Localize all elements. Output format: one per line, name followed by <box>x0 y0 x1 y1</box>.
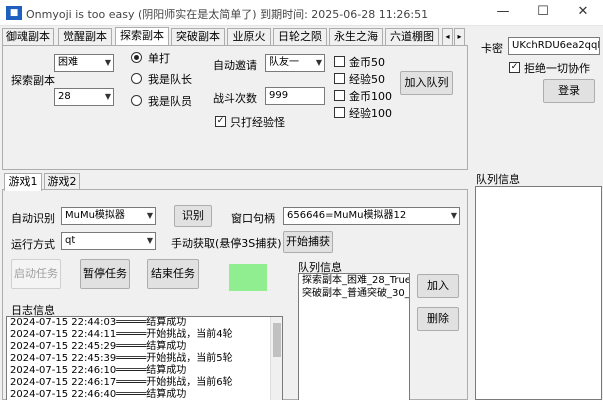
mode-leader-radio[interactable] <box>131 73 142 84</box>
tab-awaken[interactable]: 觉醒副本 <box>58 28 112 45</box>
mode-leader-label: 我是队长 <box>148 73 192 86</box>
tab-scroll-right-icon[interactable]: ▸ <box>454 28 465 45</box>
right-queue-list[interactable] <box>475 186 602 400</box>
chevron-down-icon: ▼ <box>146 236 153 245</box>
chevron-down-icon: ▼ <box>104 92 111 101</box>
mode-member-label: 我是队员 <box>148 95 192 108</box>
log-line: 2024-07-15 22:44:11═════开始挑战，当前4轮 <box>10 329 233 340</box>
login-button[interactable]: 登录 <box>543 79 595 103</box>
chevron-down-icon: ▼ <box>146 211 153 220</box>
run-mode-value: qt <box>65 235 76 246</box>
exp-only-checkbox[interactable]: ✓ <box>215 116 226 127</box>
minimize-button[interactable]: — <box>483 0 523 26</box>
manual-capture-label: 手动获取(悬停3S捕获) <box>171 237 282 250</box>
mode-solo-radio[interactable] <box>131 52 142 63</box>
run-mode-label: 运行方式 <box>11 238 55 251</box>
queue-delete-button[interactable]: 删除 <box>417 307 459 331</box>
handle-value: 656646=MuMu模拟器12 <box>287 210 407 221</box>
tab-yongsheng[interactable]: 永生之海 <box>329 28 383 45</box>
start-capture-button[interactable]: 开始捕获 <box>283 231 333 253</box>
reject-collab-checkbox[interactable]: ✓ <box>509 62 520 73</box>
emulator-value: MuMu模拟器 <box>65 210 125 221</box>
log-list[interactable]: 2024-07-15 22:44:03═════结算成功 2024-07-15 … <box>6 316 283 400</box>
difficulty-select[interactable]: 困难 ▼ <box>54 54 114 72</box>
run-mode-select[interactable]: qt ▼ <box>61 232 156 250</box>
filter-exp100-checkbox[interactable] <box>334 107 345 118</box>
battles-label: 战斗次数 <box>213 92 257 105</box>
battles-input[interactable]: 999 <box>265 87 325 105</box>
filter-exp100-label: 经验100 <box>349 107 392 120</box>
end-task-button[interactable]: 结束任务 <box>147 259 199 289</box>
log-line: 2024-07-15 22:45:39═════开始挑战，当前5轮 <box>10 353 233 364</box>
invite-select[interactable]: 队友一 ▼ <box>265 54 325 72</box>
key-input[interactable]: UKchRDU6ea2qqPhcB <box>508 37 600 55</box>
reject-collab-label: 拒绝一切协作 <box>524 62 590 75</box>
difficulty-value: 困难 <box>58 57 78 68</box>
log-line: 2024-07-15 22:46:17═════开始挑战，当前6轮 <box>10 377 233 388</box>
tab-game1[interactable]: 游戏1 <box>4 173 42 191</box>
handle-select[interactable]: 656646=MuMu模拟器12 ▼ <box>283 207 460 225</box>
filter-exp50-label: 经验50 <box>349 73 385 86</box>
explore-label: 探索副本 <box>11 74 55 87</box>
tab-liudao[interactable]: 六道棚图 <box>385 28 439 45</box>
app-icon: ■ <box>6 6 22 20</box>
filter-gold50-label: 金币50 <box>349 56 385 69</box>
chevron-down-icon: ▼ <box>450 211 457 220</box>
right-queue-label: 队列信息 <box>476 173 520 186</box>
tab-game2[interactable]: 游戏2 <box>44 173 80 190</box>
handle-label: 窗口句柄 <box>231 212 275 225</box>
tab-rilun[interactable]: 日轮之陨 <box>273 28 327 45</box>
explore-panel: 探索副本 困难 ▼ 28 ▼ 单打 我是队长 我是队员 自动邀请 队友一 ▼ 战斗次数… <box>2 45 468 170</box>
filter-gold100-label: 金币100 <box>349 90 392 103</box>
close-button[interactable]: ✕ <box>563 0 603 26</box>
chevron-down-icon: ▼ <box>104 58 111 67</box>
maximize-button[interactable]: ☐ <box>523 0 563 26</box>
log-line: 2024-07-15 22:44:03═════结算成功 <box>10 317 187 328</box>
exp-only-label: 只打经验怪 <box>230 116 285 129</box>
tab-explore[interactable]: 探索副本 <box>115 27 169 45</box>
status-indicator <box>229 264 267 291</box>
invite-value: 队友一 <box>269 57 299 68</box>
filter-gold50-checkbox[interactable] <box>334 56 345 67</box>
filter-exp50-checkbox[interactable] <box>334 73 345 84</box>
log-line: 2024-07-15 22:46:40═════结算成功 <box>10 389 187 400</box>
chapter-value: 28 <box>58 91 71 102</box>
emulator-select[interactable]: MuMu模拟器 ▼ <box>61 207 156 225</box>
mode-member-radio[interactable] <box>131 95 142 106</box>
tab-scroll-left-icon[interactable]: ◂ <box>442 28 453 45</box>
mode-solo-label: 单打 <box>148 52 170 65</box>
start-task-button[interactable]: 启动任务 <box>11 259 61 289</box>
queue-list[interactable]: 探索副本_困难_28_True 突破副本_普通突破_30_ <box>298 273 410 400</box>
game-panel: 自动识别 MuMu模拟器 ▼ 识别 窗口句柄 656646=MuMu模拟器12 ▼ … <box>2 189 468 400</box>
queue-item[interactable]: 突破副本_普通突破_30_ <box>299 287 409 300</box>
pause-task-button[interactable]: 暂停任务 <box>80 259 130 289</box>
title-bar: ■ Onmyoji is too easy (阴阳师实在是太简单了) 到期时间:… <box>0 0 603 26</box>
window-title: Onmyoji is too easy (阴阳师实在是太简单了) 到期时间: 2… <box>26 8 429 21</box>
tab-yuhun[interactable]: 御魂副本 <box>2 28 54 45</box>
tab-breakthrough[interactable]: 突破副本 <box>171 28 225 45</box>
detect-button[interactable]: 识别 <box>174 205 212 227</box>
chapter-select[interactable]: 28 ▼ <box>54 88 114 106</box>
log-line: 2024-07-15 22:46:10═════结算成功 <box>10 365 187 376</box>
auto-detect-label: 自动识别 <box>11 212 55 225</box>
queue-item[interactable]: 探索副本_困难_28_True <box>299 274 409 287</box>
log-scrollbar[interactable] <box>270 317 282 400</box>
chevron-down-icon: ▼ <box>315 58 322 67</box>
filter-gold100-checkbox[interactable] <box>334 90 345 101</box>
join-queue-button[interactable]: 加入队列 <box>400 71 453 95</box>
key-label: 卡密 <box>481 42 503 55</box>
log-scrollbar-thumb[interactable] <box>273 323 281 357</box>
auto-invite-label: 自动邀请 <box>213 59 257 72</box>
queue-add-button[interactable]: 加入 <box>417 274 459 298</box>
log-line: 2024-07-15 22:45:29═════结算成功 <box>10 341 187 352</box>
tab-yeyuanhuo[interactable]: 业原火 <box>227 28 271 45</box>
